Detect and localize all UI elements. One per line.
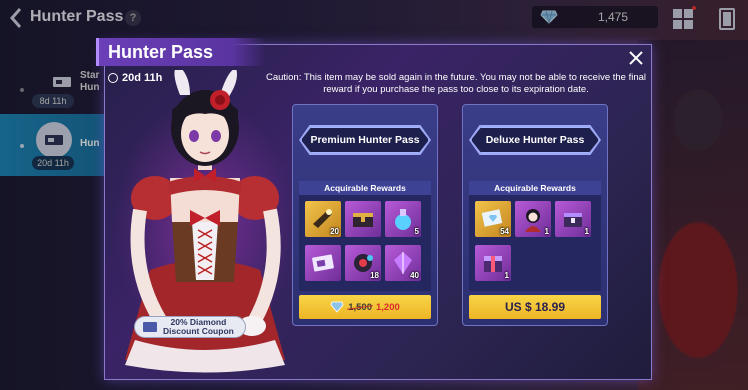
character-portrait-icon: [525, 209, 541, 232]
coupon-line-2: Discount Coupon: [163, 326, 234, 336]
deluxe-pass-card: Deluxe Hunter Pass Acquirable Rewards 54…: [462, 104, 608, 326]
caution-text: Caution: This item may be sold again in …: [265, 72, 647, 95]
reward-item[interactable]: [305, 245, 341, 281]
reward-item[interactable]: [345, 201, 381, 237]
reward-item[interactable]: 40: [385, 245, 421, 281]
reward-item[interactable]: 1: [555, 201, 591, 237]
diamond-icon: [330, 301, 344, 313]
close-icon: [629, 51, 643, 65]
premium-pass-name: Premium Hunter Pass: [310, 134, 420, 146]
reward-item[interactable]: 5: [385, 201, 421, 237]
reward-item[interactable]: 1: [515, 201, 551, 237]
rewards-label: Acquirable Rewards: [469, 181, 601, 195]
reward-item[interactable]: 20: [305, 201, 341, 237]
timer-text: 20d 11h: [122, 72, 163, 84]
potion-icon: [395, 209, 411, 230]
deluxe-price: US $ 18.99: [504, 300, 566, 314]
reward-item[interactable]: 54: [475, 201, 511, 237]
discount-price: 1,200: [376, 301, 400, 313]
deluxe-pass-name: Deluxe Hunter Pass: [485, 134, 585, 146]
discount-coupon-badge[interactable]: 20% Diamond Discount Coupon: [134, 316, 246, 338]
ticket-icon: [312, 254, 334, 272]
modal-title: Hunter Pass: [108, 42, 214, 62]
original-price: 1,500: [348, 301, 372, 313]
premium-buy-button[interactable]: 1,500 1,200: [299, 295, 431, 319]
premium-pass-card: Premium Hunter Pass Acquirable Rewards 2…: [292, 104, 438, 326]
deluxe-buy-button[interactable]: US $ 18.99: [469, 295, 601, 319]
rewards-label: Acquirable Rewards: [299, 181, 431, 195]
gift-box-icon: [484, 256, 502, 272]
reward-item[interactable]: 1: [475, 245, 511, 281]
close-button[interactable]: [626, 48, 646, 68]
reward-item[interactable]: 18: [345, 245, 381, 281]
card-name-plate: Deluxe Hunter Pass: [471, 127, 599, 153]
clock-icon: [108, 73, 118, 83]
coupon-label: 20% Diamond Discount Coupon: [163, 318, 234, 336]
card-name-plate: Premium Hunter Pass: [301, 127, 429, 153]
pass-timer: 20d 11h: [108, 72, 162, 84]
supply-box-icon: [564, 213, 582, 227]
chest-icon: [353, 213, 373, 227]
coupon-icon: [143, 322, 157, 332]
